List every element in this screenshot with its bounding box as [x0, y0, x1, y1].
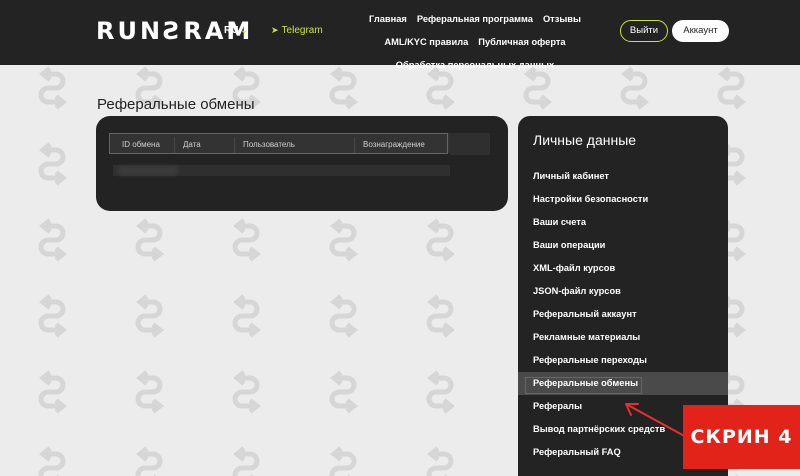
header-highlight-frame: [109, 133, 448, 154]
logout-button[interactable]: Выйти: [620, 20, 668, 42]
nav-aml-kyc[interactable]: AML/KYC правила: [384, 37, 468, 47]
top-header: RUNƧRAM RU ⌄ ➤ Telegram Главная Реферальна…: [0, 0, 800, 70]
nav-home[interactable]: Главная: [369, 14, 407, 24]
account-button[interactable]: Аккаунт: [672, 20, 729, 42]
sidebar-item-accounts[interactable]: Ваши счета: [518, 211, 728, 234]
nav-reviews[interactable]: Отзывы: [543, 14, 581, 24]
telegram-label: Telegram: [281, 25, 323, 36]
language-label: RU: [224, 25, 239, 36]
referral-exchanges-table: ID обмена Дата Пользователь Вознагражден…: [96, 116, 508, 211]
sidebar-item-promo-materials[interactable]: Рекламные материалы: [518, 326, 728, 349]
screen-number-badge: СКРИН 4: [683, 405, 800, 469]
language-selector[interactable]: RU ⌄: [224, 25, 248, 36]
page-title: Реферальные обмены: [97, 96, 255, 114]
table-header-extension: [450, 133, 490, 155]
sidebar-item-security[interactable]: Настройки безопасности: [518, 188, 728, 211]
sidebar-item-referral-account[interactable]: Реферальный аккаунт: [518, 303, 728, 326]
nav-public-offer[interactable]: Публичная оферта: [478, 37, 565, 47]
sidebar-item-xml-rates[interactable]: XML-файл курсов: [518, 257, 728, 280]
main-nav: Главная Реферальная программа Отзывы AML…: [330, 14, 620, 70]
sidebar-item-operations[interactable]: Ваши операции: [518, 234, 728, 257]
nav-personal-data[interactable]: Обработка персональных данных: [396, 60, 554, 70]
blurred-row-text: [118, 166, 178, 175]
telegram-icon: ➤: [271, 25, 279, 35]
nav-referral-program[interactable]: Реферальная программа: [417, 14, 533, 24]
annotation-arrow-icon: [625, 403, 689, 439]
sidebar-item-dashboard[interactable]: Личный кабинет: [518, 165, 728, 188]
telegram-link[interactable]: ➤ Telegram: [271, 25, 323, 36]
chevron-down-icon: ⌄: [240, 25, 248, 35]
sidebar-item-json-rates[interactable]: JSON-файл курсов: [518, 280, 728, 303]
menu-highlight-frame: [525, 377, 642, 394]
sidebar-title: Личные данные: [533, 132, 637, 148]
sidebar-item-referral-visits[interactable]: Реферальные переходы: [518, 349, 728, 372]
